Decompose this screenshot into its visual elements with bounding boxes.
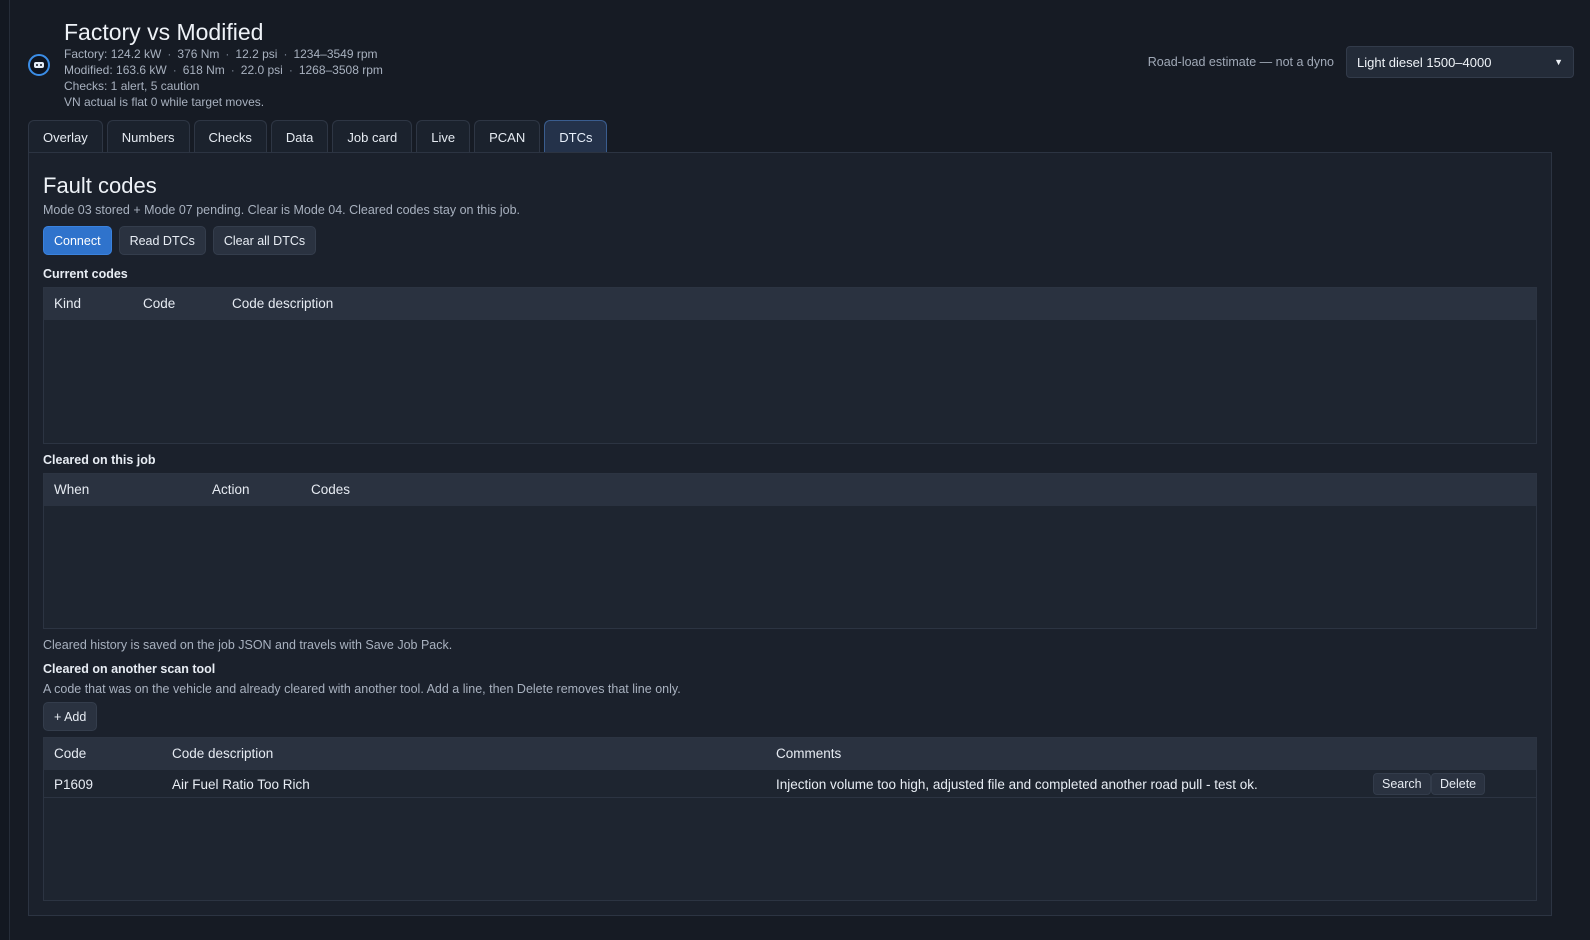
clear-all-dtcs-button[interactable]: Clear all DTCs — [212, 226, 317, 255]
tab-dtcs[interactable]: DTCs — [544, 120, 608, 153]
add-line-button[interactable]: + Add — [43, 702, 98, 731]
section-title: Fault codes — [43, 173, 157, 198]
row-comments: Injection volume too high, adjusted file… — [776, 777, 1258, 792]
profile-select[interactable]: Light diesel 1500–4000 ▼ — [1346, 46, 1574, 78]
table-row: P1609 Air Fuel Ratio Too Rich Injection … — [44, 770, 1536, 798]
estimate-note: Road-load estimate — not a dyno — [1147, 55, 1334, 69]
chevron-down-icon: ▼ — [1554, 57, 1563, 67]
tab-data[interactable]: Data — [270, 120, 329, 153]
header-right: Road-load estimate — not a dyno Light di… — [1148, 46, 1574, 78]
tab-numbers[interactable]: Numbers — [106, 120, 190, 153]
external-cleared-label: Cleared on another scan tool — [43, 662, 216, 676]
delete-button[interactable]: Delete — [1431, 773, 1486, 795]
app-logo-icon — [28, 54, 50, 76]
column-header-code-description: Code description — [172, 746, 274, 761]
vn-note: VN actual is flat 0 while target moves. — [64, 95, 265, 109]
section-description: Mode 03 stored + Mode 07 pending. Clear … — [43, 203, 521, 217]
tab-live[interactable]: Live — [416, 120, 471, 153]
app: Factory vs Modified Factory: 124.2 kW · … — [28, 0, 1574, 940]
current-codes-label: Current codes — [43, 267, 128, 281]
row-code-description: Air Fuel Ratio Too Rich — [172, 777, 310, 792]
search-button[interactable]: Search — [1373, 773, 1431, 795]
column-header-codes: Codes — [311, 482, 351, 497]
dtc-actions: Connect Read DTCs Clear all DTCs — [43, 226, 323, 255]
tab-bar: Overlay Numbers Checks Data Job card Liv… — [28, 120, 611, 153]
column-header-code: Code — [54, 746, 87, 761]
tab-pcan[interactable]: PCAN — [474, 120, 541, 153]
row-code: P1609 — [54, 777, 94, 792]
tab-checks[interactable]: Checks — [193, 120, 267, 153]
tab-job-card[interactable]: Job card — [332, 120, 413, 153]
external-cleared-description: A code that was on the vehicle and alrea… — [43, 682, 681, 696]
column-header-when: When — [54, 482, 90, 497]
header: Factory vs Modified Factory: 124.2 kW · … — [28, 14, 1574, 110]
connect-button[interactable]: Connect — [43, 226, 112, 255]
table-header: Code Code description Comments — [44, 738, 1536, 770]
table-header: Kind Code Code description — [44, 288, 1536, 320]
title-block: Factory vs Modified Factory: 124.2 kW · … — [64, 18, 383, 110]
column-header-code-description: Code description — [232, 296, 334, 311]
checks-summary: Checks: 1 alert, 5 caution — [64, 79, 200, 93]
factory-summary: Factory: 124.2 kW · 376 Nm · 12.2 psi · … — [64, 47, 378, 61]
column-header-action: Action — [212, 482, 250, 497]
table-header: When Action Codes — [44, 474, 1536, 506]
cleared-history-note: Cleared history is saved on the job JSON… — [43, 638, 453, 652]
column-header-code: Code — [143, 296, 176, 311]
cleared-job-table: When Action Codes — [43, 473, 1537, 629]
read-dtcs-button[interactable]: Read DTCs — [118, 226, 206, 255]
page-title: Factory vs Modified — [64, 19, 264, 45]
tab-overlay[interactable]: Overlay — [28, 120, 103, 153]
profile-select-value: Light diesel 1500–4000 — [1357, 54, 1492, 70]
cleared-job-label: Cleared on this job — [43, 453, 156, 467]
left-rail — [0, 0, 10, 940]
column-header-kind: Kind — [54, 296, 82, 311]
current-codes-table: Kind Code Code description — [43, 287, 1537, 444]
column-header-comments: Comments — [776, 746, 842, 761]
external-cleared-table: Code Code description Comments P1609 Air… — [43, 737, 1537, 901]
modified-summary: Modified: 163.6 kW · 618 Nm · 22.0 psi ·… — [64, 63, 383, 77]
dtcs-panel: Fault codes Mode 03 stored + Mode 07 pen… — [28, 152, 1552, 916]
